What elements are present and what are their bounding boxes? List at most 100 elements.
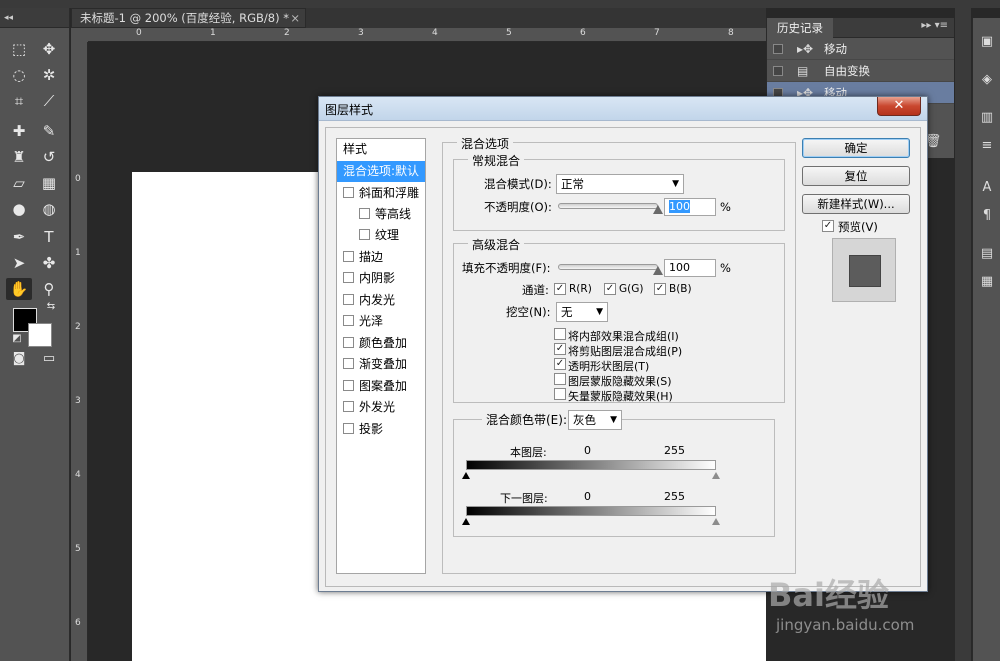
style-item-bevel-emboss[interactable]: 斜面和浮雕: [337, 183, 425, 204]
this-layer-gradient-slider[interactable]: [466, 460, 716, 470]
style-item-contour[interactable]: 等高线: [337, 204, 425, 225]
paragraph-panel-icon[interactable]: ¶: [977, 206, 997, 226]
style-checkbox[interactable]: [343, 401, 354, 412]
channel-b-checkbox[interactable]: ✓: [654, 283, 666, 295]
opacity-slider[interactable]: [558, 203, 658, 209]
swap-colors-icon[interactable]: ⇆: [38, 296, 64, 318]
layer-mask-hides-effects-checkbox[interactable]: [554, 373, 566, 385]
style-checkbox[interactable]: [343, 272, 354, 283]
opacity-input[interactable]: 100: [664, 198, 716, 216]
this-layer-black-point[interactable]: [462, 472, 470, 479]
screen-mode-icon[interactable]: ▭: [36, 348, 62, 370]
style-item-blending-options[interactable]: 混合选项:默认: [337, 161, 425, 182]
style-item-inner-shadow[interactable]: 内阴影: [337, 268, 425, 289]
magic-wand-tool-icon[interactable]: ✲: [36, 64, 62, 86]
style-checkbox[interactable]: [343, 423, 354, 434]
background-color-swatch[interactable]: [28, 323, 52, 347]
history-brush-source-checkbox[interactable]: [773, 44, 783, 54]
style-checkbox[interactable]: [343, 294, 354, 305]
crop-tool-icon[interactable]: ⌗: [6, 90, 32, 112]
blend-interior-effects-checkbox[interactable]: [554, 328, 566, 340]
3d-panel-icon[interactable]: ◈: [977, 70, 997, 90]
quick-mask-icon[interactable]: ◙: [6, 348, 32, 370]
style-item-pattern-overlay[interactable]: 图案叠加: [337, 376, 425, 397]
knockout-select[interactable]: 无 ▼: [556, 302, 608, 322]
hand-tool-icon[interactable]: ✋: [6, 278, 32, 300]
notes-panel-icon[interactable]: ▦: [977, 272, 997, 292]
style-checkbox[interactable]: [343, 358, 354, 369]
brush-tool-icon[interactable]: ✎: [36, 120, 62, 142]
tab-history[interactable]: 历史记录: [767, 18, 833, 38]
fill-opacity-slider[interactable]: [558, 264, 658, 270]
history-item[interactable]: ▸✥ 移动: [767, 38, 954, 60]
tools-panel-header[interactable]: ◂◂: [0, 8, 69, 28]
history-brush-tool-icon[interactable]: ↺: [36, 146, 62, 168]
fill-opacity-slider-thumb[interactable]: [653, 266, 663, 275]
history-panel-icon[interactable]: ▣: [977, 32, 997, 52]
underlying-layer-gradient-slider[interactable]: [466, 506, 716, 516]
custom-shape-tool-icon[interactable]: ✤: [36, 252, 62, 274]
close-icon[interactable]: ×: [290, 9, 300, 27]
style-item-texture[interactable]: 纹理: [337, 225, 425, 246]
style-item-outer-glow[interactable]: 外发光: [337, 397, 425, 418]
dodge-tool-icon[interactable]: ◍: [36, 198, 62, 220]
ruler-origin[interactable]: [71, 28, 88, 42]
styles-list-header[interactable]: 样式: [337, 139, 425, 160]
blend-if-select[interactable]: 灰色 ▼: [568, 410, 622, 430]
dialog-close-button[interactable]: ✕: [877, 97, 921, 116]
style-checkbox[interactable]: [343, 187, 354, 198]
properties-panel-icon[interactable]: ▤: [977, 244, 997, 264]
gradient-tool-icon[interactable]: ▦: [36, 172, 62, 194]
path-selection-tool-icon[interactable]: ➤: [6, 252, 32, 274]
ok-button[interactable]: 确定: [802, 138, 910, 158]
preview-checkbox[interactable]: ✓: [822, 220, 834, 232]
eyedropper-tool-icon[interactable]: ⟋: [36, 90, 62, 112]
marquee-tool-icon[interactable]: ⬚: [6, 38, 32, 60]
style-item-gradient-overlay[interactable]: 渐变叠加: [337, 354, 425, 375]
adjustments-panel-icon[interactable]: ≡: [977, 136, 997, 156]
underlying-layer-white-point[interactable]: [712, 518, 720, 525]
eraser-tool-icon[interactable]: ▱: [6, 172, 32, 194]
horizontal-ruler[interactable]: 0 1 2 3 4 5 6 7 8: [88, 28, 766, 42]
lasso-tool-icon[interactable]: ◌: [6, 64, 32, 86]
vertical-ruler[interactable]: 0 1 2 3 4 5 6: [71, 42, 88, 661]
blend-mode-select[interactable]: 正常 ▼: [556, 174, 684, 194]
underlying-layer-black-point[interactable]: [462, 518, 470, 525]
document-tab[interactable]: 未标题-1 @ 200% (百度经验, RGB/8) * ×: [71, 8, 306, 28]
style-checkbox[interactable]: [343, 315, 354, 326]
history-item[interactable]: ▤ 自由变换: [767, 60, 954, 82]
dialog-titlebar[interactable]: 图层样式 ✕: [319, 97, 927, 121]
style-item-satin[interactable]: 光泽: [337, 311, 425, 332]
blend-interior-effects-label: 将内部效果混合成组(I): [568, 330, 679, 343]
style-checkbox[interactable]: [343, 337, 354, 348]
pen-tool-icon[interactable]: ✒: [6, 226, 32, 248]
style-item-stroke[interactable]: 描边: [337, 247, 425, 268]
healing-brush-tool-icon[interactable]: ✚: [6, 120, 32, 142]
clone-stamp-tool-icon[interactable]: ♜: [6, 146, 32, 168]
opacity-slider-thumb[interactable]: [653, 205, 663, 214]
style-checkbox[interactable]: [359, 208, 370, 219]
channel-r-checkbox[interactable]: ✓: [554, 283, 566, 295]
blend-clipped-layers-checkbox[interactable]: ✓: [554, 343, 566, 355]
channel-g-checkbox[interactable]: ✓: [604, 283, 616, 295]
move-tool-icon[interactable]: ✥: [36, 38, 62, 60]
style-checkbox[interactable]: [343, 251, 354, 262]
style-item-inner-glow[interactable]: 内发光: [337, 290, 425, 311]
transparency-shapes-checkbox[interactable]: ✓: [554, 358, 566, 370]
vector-mask-hides-effects-checkbox[interactable]: [554, 388, 566, 400]
history-brush-source-checkbox[interactable]: [773, 66, 783, 76]
fill-opacity-input[interactable]: 100: [664, 259, 716, 277]
blur-tool-icon[interactable]: ●: [6, 198, 32, 220]
character-panel-icon[interactable]: A: [977, 178, 997, 198]
layers-panel-icon[interactable]: ▥: [977, 108, 997, 128]
new-style-button[interactable]: 新建样式(W)...: [802, 194, 910, 214]
style-checkbox[interactable]: [359, 229, 370, 240]
this-layer-white-point[interactable]: [712, 472, 720, 479]
default-colors-icon[interactable]: ◩: [4, 328, 30, 350]
style-checkbox[interactable]: [343, 380, 354, 391]
panel-menu-icon[interactable]: ▸▸ ▾≡: [921, 20, 948, 31]
reset-button[interactable]: 复位: [802, 166, 910, 186]
type-tool-icon[interactable]: T: [36, 226, 62, 248]
style-item-drop-shadow[interactable]: 投影: [337, 419, 425, 440]
style-item-color-overlay[interactable]: 颜色叠加: [337, 333, 425, 354]
